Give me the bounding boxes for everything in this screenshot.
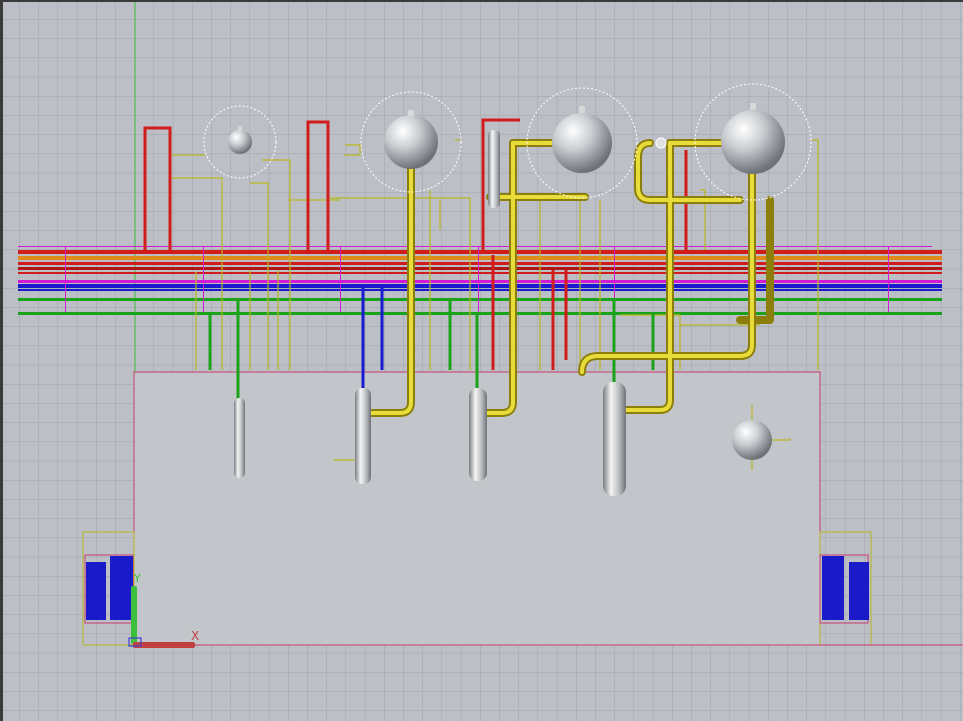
valve-fitting[interactable]: [655, 137, 667, 149]
ucs-x-label: X: [191, 629, 199, 643]
spherical-vessel-5[interactable]: [732, 420, 772, 460]
ucs-y-label: Y: [133, 572, 141, 585]
small-column-vessel[interactable]: [488, 130, 500, 208]
vertical-vessel-1[interactable]: [234, 398, 245, 478]
vertical-vessel-4[interactable]: [603, 382, 626, 496]
vertical-vessel-2[interactable]: [355, 388, 371, 484]
viewport-frame-left: [0, 0, 3, 721]
cad-3d-viewport[interactable]: Y X: [0, 0, 963, 721]
vertical-vessel-3[interactable]: [469, 388, 487, 481]
viewport-frame-top: [0, 0, 963, 2]
model-space-canvas[interactable]: Y X: [0, 0, 963, 721]
